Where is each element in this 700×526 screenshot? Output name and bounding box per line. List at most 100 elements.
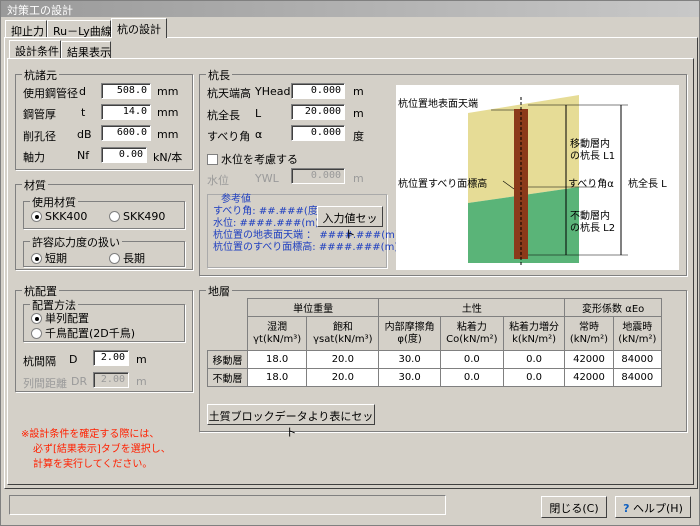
table-row: 移動層 18.0 20.0 30.0 0.0 0.0 42000 84000	[207, 350, 663, 369]
label-fixed-2: の杭長 L2	[570, 221, 615, 234]
bore-diameter-label: 削孔径	[23, 130, 56, 143]
water-level-sym: YWL	[255, 172, 279, 185]
slip-angle-sym: α	[255, 128, 263, 141]
slip-angle-input[interactable]: 0.000	[291, 125, 345, 141]
row-distance-unit: m	[136, 375, 147, 388]
pile-head-label: 杭天端高	[207, 87, 251, 100]
axial-force-sym: Nf	[77, 149, 90, 162]
row-header-moving: 移動層	[207, 350, 248, 369]
pile-diameter-label: 使用鋼管径	[23, 87, 78, 100]
bore-diameter-unit: mm	[157, 128, 179, 141]
pile-spacing-input[interactable]: 2.00	[93, 350, 129, 366]
axial-force-label: 軸力	[23, 151, 45, 164]
set-input-values-button[interactable]: 入力値セット	[317, 206, 383, 241]
table-cell[interactable]: 20.0	[306, 368, 380, 387]
help-icon: ?	[623, 502, 630, 515]
radio-short-term[interactable]: 短期	[31, 250, 67, 266]
table-cell[interactable]: 0.0	[502, 368, 566, 387]
tab-design-conditions[interactable]: 設計条件	[9, 40, 61, 58]
strata-table: 単位重量 土性 変形係数 αEo 湿潤 γt(kN/m³) 飽和 γsat(kN…	[207, 298, 663, 387]
pile-head-sym: YHead	[255, 85, 291, 98]
calculation-note: ※設計条件を確定する際には、 必ず[結果表示]タブを選択し、 計算を実行してくだ…	[21, 427, 171, 472]
checkbox-unchecked-icon	[207, 154, 218, 165]
help-button-label: ヘルプ(H)	[633, 502, 683, 515]
set-from-soil-block-button[interactable]: 土質ブロックデータより表にセット	[207, 404, 375, 439]
radio-short-term-label: 短期	[45, 252, 67, 265]
pile-thickness-input[interactable]: 14.0	[101, 104, 151, 120]
axial-force-input[interactable]: 0.00	[101, 147, 147, 163]
table-cell[interactable]: 84000	[612, 368, 663, 387]
material-title: 材質	[22, 177, 48, 193]
pile-total-length-input[interactable]: 20.000	[291, 104, 345, 120]
corner-cell	[207, 298, 248, 317]
pile-diameter-sym: d	[79, 85, 86, 98]
dialog-window: 対策工の設計 抑止力 Ru－Ly曲線 杭の設計 設計条件 結果表示 杭諸元 使用…	[0, 0, 700, 526]
pile-spacing-sym: D	[69, 353, 78, 366]
col-header-wet: 湿潤 γt(kN/m³)	[246, 316, 308, 351]
material-type-title: 使用材質	[30, 194, 78, 210]
radio-skk400[interactable]: SKK400	[31, 210, 87, 223]
pile-diagram: 杭位置地表面天端 杭位置すべり面標高 すべり角α 移動層内 の杭長 L1 不動層…	[396, 85, 679, 270]
pile-total-length-unit: m	[353, 107, 364, 120]
tab-pile-design[interactable]: 杭の設計	[111, 18, 167, 38]
pile-head-input[interactable]: 0.000	[291, 83, 345, 99]
pile-total-length-sym: L	[255, 107, 262, 120]
water-level-checkbox-label: 水位を考慮する	[221, 153, 298, 166]
allowable-stress-title: 許容応力度の扱い	[30, 234, 122, 250]
water-level-checkbox[interactable]: 水位を考慮する	[207, 151, 298, 167]
label-moving-2: の杭長 L1	[570, 149, 615, 162]
tab-results[interactable]: 結果表示	[61, 41, 111, 59]
table-cell[interactable]: 30.0	[378, 368, 441, 387]
pile-thickness-sym: t	[81, 106, 86, 119]
table-cell[interactable]: 84000	[612, 350, 663, 369]
pile-total-length-label: 杭全長	[207, 109, 240, 122]
radio-long-term[interactable]: 長期	[109, 250, 145, 266]
water-level-label: 水位	[207, 174, 229, 187]
radio-single-row[interactable]: 単列配置	[31, 310, 89, 326]
axial-force-unit: kN/本	[153, 151, 183, 164]
tab-prevention-force[interactable]: 抑止力	[5, 20, 47, 38]
label-slip-angle: すべり角α	[568, 178, 614, 190]
pile-head-unit: m	[353, 85, 364, 98]
table-cell[interactable]: 18.0	[246, 350, 308, 369]
slip-angle-label: すべり角	[207, 130, 251, 143]
col-header-saturated: 飽和 γsat(kN/m³)	[306, 316, 380, 351]
bore-diameter-input[interactable]: 600.0	[101, 125, 151, 141]
table-cell[interactable]: 30.0	[378, 350, 441, 369]
group-header-soil: 土性	[378, 298, 566, 317]
pile-diameter-unit: mm	[157, 85, 179, 98]
radio-empty-icon	[109, 211, 120, 222]
tab-ru-ly-curve[interactable]: Ru－Ly曲線	[47, 20, 112, 38]
label-total-length: 杭全長 L	[628, 177, 667, 190]
radio-staggered[interactable]: 千鳥配置(2D千鳥)	[31, 325, 135, 341]
bore-diameter-sym: dB	[77, 128, 92, 141]
note-line: 必ず[結果表示]タブを選択し、	[33, 444, 171, 455]
col-header-seismic: 地震時 (kN/m²)	[612, 316, 663, 351]
pile-spacing-unit: m	[136, 353, 147, 366]
radio-skk490-label: SKK490	[123, 210, 166, 223]
col-header-cohesion: 粘着力 Co(kN/m²)	[439, 316, 504, 351]
col-header-normal: 常時 (kN/m²)	[564, 316, 614, 351]
help-button[interactable]: ? ヘルプ(H)	[615, 496, 691, 518]
table-cell[interactable]: 42000	[564, 350, 614, 369]
pile-length-title: 杭長	[206, 67, 232, 83]
table-cell[interactable]: 0.0	[439, 368, 504, 387]
table-cell[interactable]: 0.0	[439, 350, 504, 369]
radio-empty-icon	[31, 328, 42, 339]
table-cell[interactable]: 42000	[564, 368, 614, 387]
water-level-input: 0.000	[291, 168, 345, 184]
radio-skk490[interactable]: SKK490	[109, 210, 165, 223]
pile-diameter-input[interactable]: 508.0	[101, 83, 151, 99]
table-cell[interactable]: 20.0	[306, 350, 380, 369]
pile-spec-title: 杭諸元	[22, 67, 59, 83]
close-button[interactable]: 閉じる(C)	[541, 496, 607, 518]
pile-thickness-unit: mm	[157, 106, 179, 119]
radio-empty-icon	[109, 253, 120, 264]
strata-title: 地層	[206, 283, 232, 299]
table-cell[interactable]: 18.0	[246, 368, 308, 387]
slip-angle-unit: 度	[353, 130, 364, 143]
pile-spacing-label: 杭間隔	[23, 355, 56, 368]
reference-title: 参考値	[221, 194, 251, 205]
table-cell[interactable]: 0.0	[502, 350, 566, 369]
row-distance-sym: DR	[71, 375, 88, 388]
